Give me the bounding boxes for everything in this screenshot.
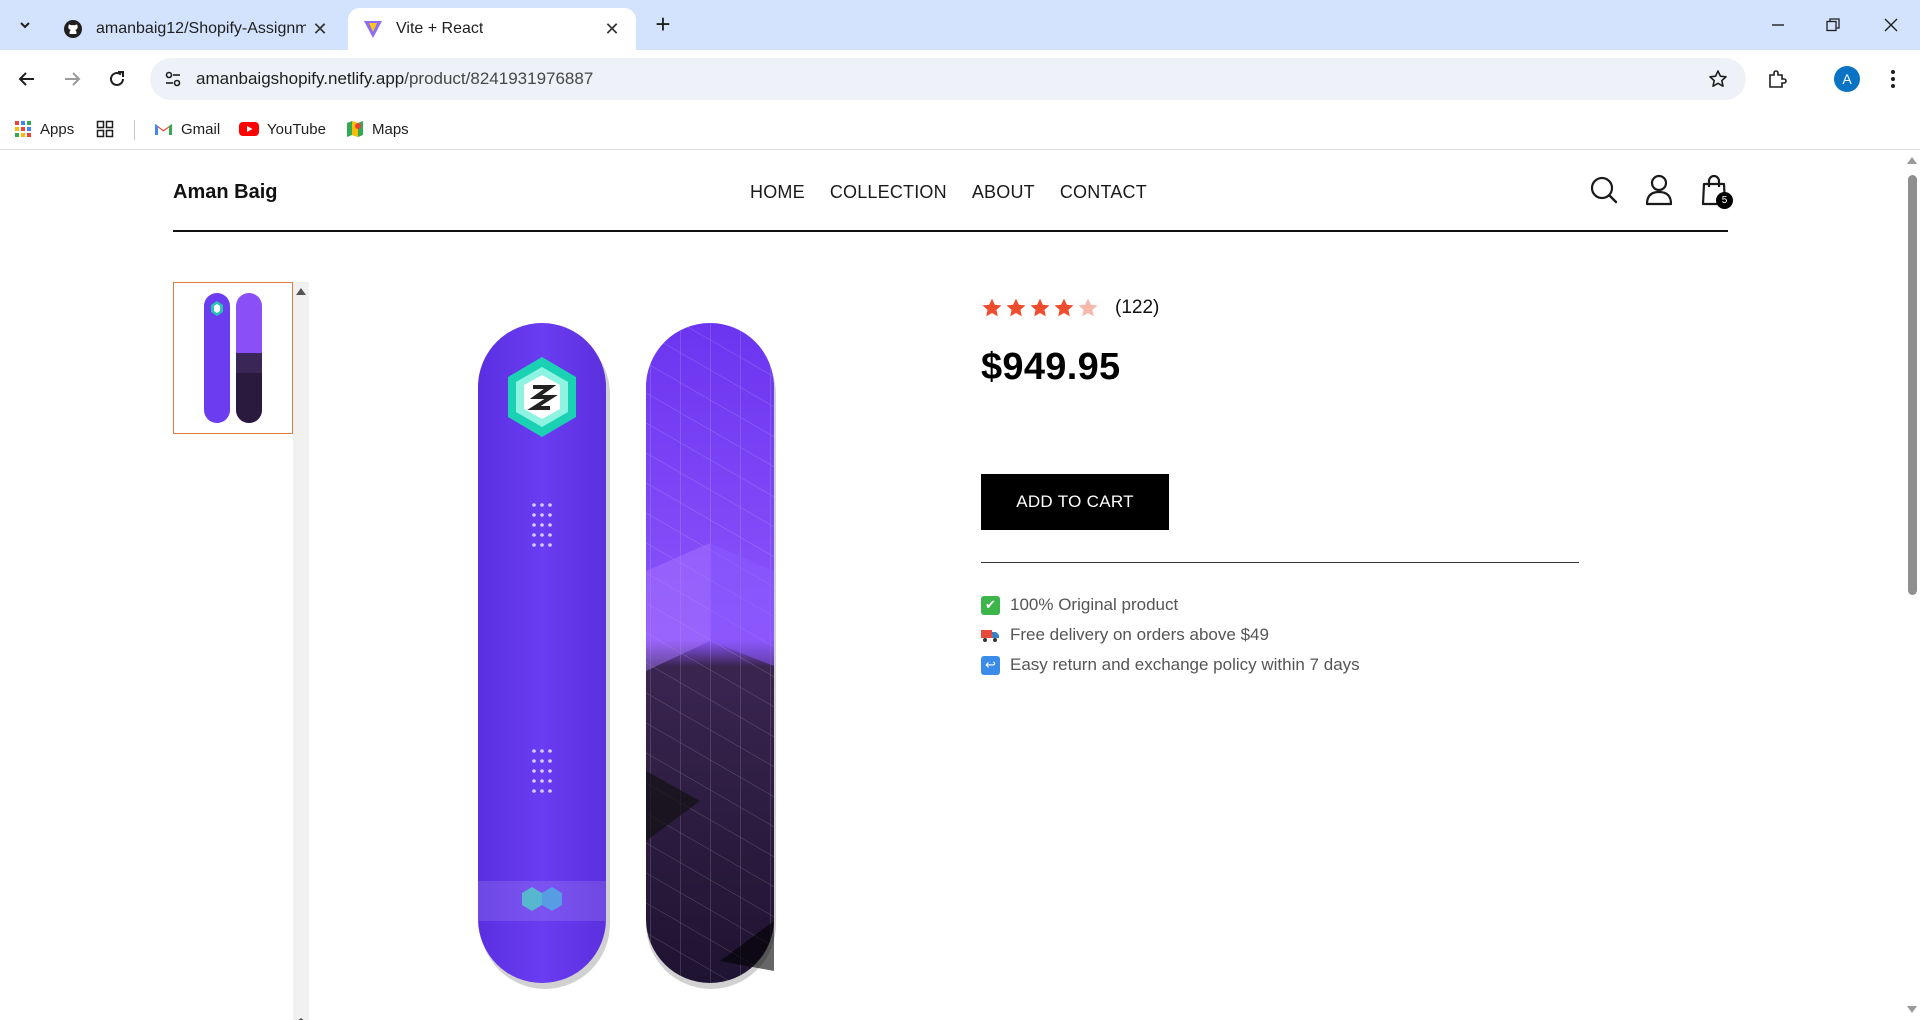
product-main-image [470,321,790,991]
add-to-cart-button[interactable]: ADD TO CART [981,474,1169,530]
tab-vite-react[interactable]: Vite + React ✕ [348,8,636,50]
github-icon [62,18,84,40]
search-icon[interactable] [1587,173,1621,207]
nav-home[interactable]: HOME [750,182,805,203]
bookmark-label: Maps [372,120,409,138]
bookmark-apps[interactable]: Apps [14,116,74,142]
bookmark-star-icon[interactable] [1706,67,1730,91]
bookmark-gmail[interactable]: Gmail [154,116,220,142]
nav-collection[interactable]: COLLECTION [830,182,947,203]
star-empty-icon [1078,298,1098,317]
bookmark-label: YouTube [267,120,326,138]
bookmarks-bar: Apps Gmail YouTube Maps [0,108,1920,150]
star-filled-icon [982,298,1002,317]
restore-icon[interactable] [1813,10,1853,40]
star-filled-icon [1006,298,1026,317]
arrow-left-icon [18,72,34,86]
scroll-down-arrow-icon[interactable] [1907,1006,1917,1013]
vite-icon [362,18,384,40]
more-menu-icon[interactable] [1880,64,1906,94]
youtube-icon [239,122,259,136]
gmail-icon [155,124,172,135]
maps-icon [347,121,363,137]
back-button[interactable] [10,62,44,96]
site-settings-icon[interactable] [162,68,184,90]
close-tab-icon[interactable]: ✕ [310,19,330,39]
nav-about[interactable]: ABOUT [972,182,1035,203]
url-host: amanbaigshopify.netlify.app [196,69,405,88]
product-rating: (122) [981,296,1581,320]
address-bar[interactable]: amanbaigshopify.netlify.app/product/8241… [150,58,1746,100]
profile-avatar[interactable]: A [1834,66,1860,92]
chevron-down-icon [20,22,30,29]
apps-grid-icon [15,121,31,137]
grid-icon [96,120,114,138]
scroll-up-arrow-icon[interactable] [1907,157,1917,164]
reload-button[interactable] [100,62,134,96]
perk-text: Easy return and exchange policy within 7… [1010,655,1360,674]
perk-text: 100% Original product [1010,595,1179,614]
bookmark-separator [134,120,135,140]
perk-item: ✔ 100% Original product [981,590,1360,620]
thumbnail-list [173,282,311,1020]
forward-button[interactable] [55,62,89,96]
return-icon: ↩ [981,655,1000,675]
arrow-right-icon [65,72,81,86]
page-scrollbar[interactable] [1904,151,1920,1020]
bookmark-label: Gmail [181,120,221,138]
url-text: amanbaigshopify.netlify.app/product/8241… [196,69,593,89]
snowboard-thumbnail-image [204,293,262,423]
product-price: $949.95 [981,346,1121,388]
snowboard-image [478,323,776,989]
nav-contact[interactable]: CONTACT [1060,182,1147,203]
url-path: /product/8241931976887 [404,69,594,88]
scrollbar-thumb[interactable] [1908,175,1917,595]
extensions-icon[interactable] [1764,66,1790,92]
thumbnail-scrollbar[interactable] [293,282,309,1020]
close-tab-icon[interactable]: ✕ [602,19,622,39]
page-viewport: Aman Baig HOME COLLECTION ABOUT CONTACT … [0,151,1904,1020]
close-window-icon[interactable] [1871,10,1911,40]
bookmark-maps[interactable]: Maps [346,116,409,142]
tab-title: amanbaig12/Shopify-Assignme [96,20,306,37]
perk-item: ↩ Easy return and exchange policy within… [981,650,1360,680]
minimize-icon[interactable] [1758,10,1798,40]
perk-item: Free delivery on orders above $49 [981,620,1360,650]
tab-github[interactable]: amanbaig12/Shopify-Assignme ✕ [48,8,344,50]
product-perks: ✔ 100% Original product Free delivery on… [981,590,1360,680]
site-logo[interactable]: Aman Baig [173,181,277,204]
bookmark-youtube[interactable]: YouTube [239,116,326,142]
browser-toolbar: amanbaigshopify.netlify.app/product/8241… [0,50,1920,108]
reload-icon [110,71,124,86]
product-thumbnail[interactable] [173,282,293,434]
browser-tab-bar: amanbaig12/Shopify-Assignme ✕ Vite + Rea… [0,0,1920,50]
main-nav: HOME COLLECTION ABOUT CONTACT [750,182,1147,203]
star-filled-icon [1054,298,1074,317]
site-header: Aman Baig HOME COLLECTION ABOUT CONTACT … [173,151,1733,232]
truck-icon [981,626,1000,645]
bookmark-tab-groups[interactable] [96,116,114,142]
perk-text: Free delivery on orders above $49 [1010,625,1269,644]
cart-count-badge: 5 [1716,192,1733,209]
divider [981,562,1579,563]
user-icon[interactable] [1642,173,1676,207]
review-count: (122) [1115,297,1160,318]
product-info: (122) $949.95 ADD TO CART ✔ 100% Origina… [981,296,1581,675]
new-tab-button[interactable]: + [650,11,676,38]
tab-search-button[interactable] [10,10,40,40]
star-filled-icon [1030,298,1050,317]
cart-icon[interactable]: 5 [1697,173,1733,209]
scroll-up-arrow-icon[interactable] [296,288,306,295]
bookmark-label: Apps [40,120,75,138]
tab-title: Vite + React [396,20,484,37]
check-icon: ✔ [981,595,1000,615]
